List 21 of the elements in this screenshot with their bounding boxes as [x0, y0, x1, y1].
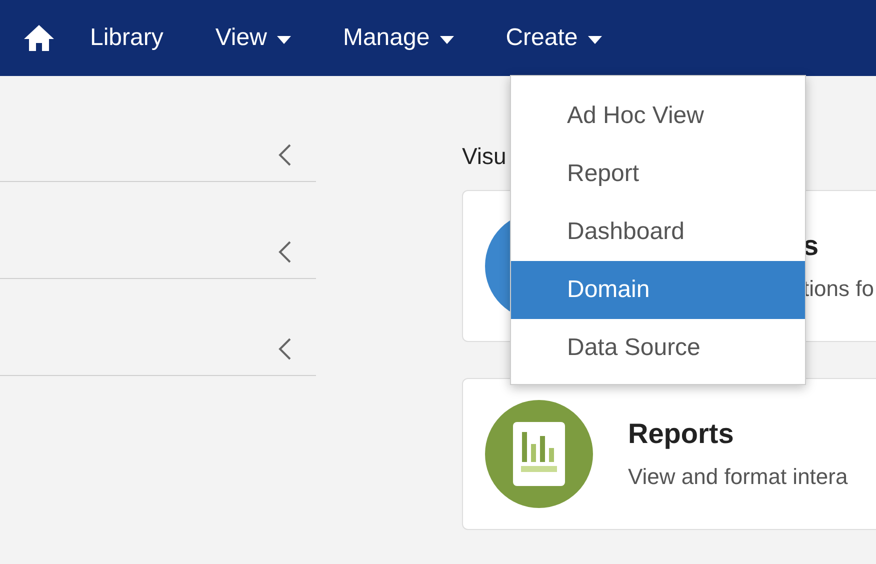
menu-item[interactable]: Data Source — [511, 319, 805, 377]
report-chart-icon — [485, 400, 593, 508]
card-description: View and format intera — [628, 464, 848, 490]
card-title: Reports — [628, 418, 735, 450]
caret-icon — [588, 36, 602, 44]
section-heading: Visu — [462, 143, 506, 171]
caret-icon — [276, 36, 291, 44]
menu-item[interactable]: Dashboard — [511, 203, 805, 261]
chevron-icon[interactable] — [278, 143, 292, 167]
caret-icon — [440, 36, 454, 44]
nav-menu-item[interactable]: Create — [506, 24, 602, 52]
nav-menu-item[interactable]: View — [215, 24, 291, 52]
nav-menu-item[interactable]: Manage — [342, 24, 454, 52]
menu-item[interactable]: Ad Hoc View — [511, 87, 805, 145]
menu-item[interactable]: Domain — [511, 261, 805, 319]
home-button[interactable] — [22, 23, 56, 53]
home-icon — [22, 23, 56, 53]
menu-item[interactable]: Report — [511, 145, 805, 203]
nav-menu-item[interactable]: Library — [90, 24, 164, 52]
chevron-icon[interactable] — [278, 337, 292, 361]
chevron-icon[interactable] — [278, 240, 292, 264]
